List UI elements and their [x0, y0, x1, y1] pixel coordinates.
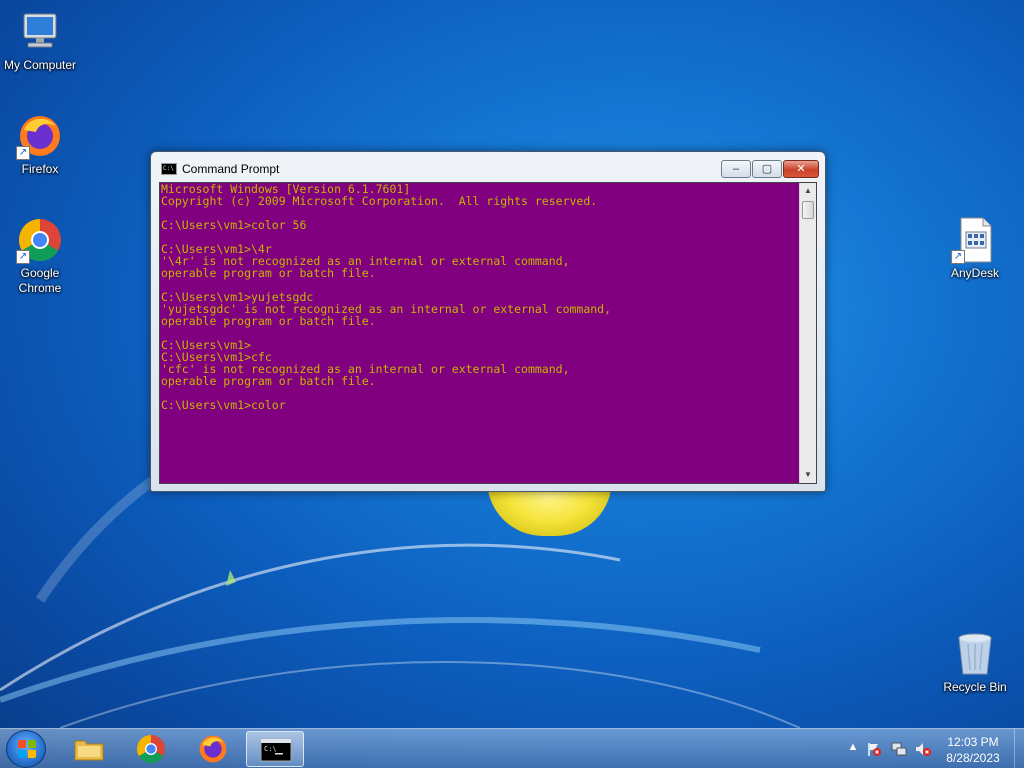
close-button[interactable]: ✕: [783, 160, 819, 178]
firefox-icon: [199, 735, 227, 763]
desktop-icon-label: Recycle Bin: [943, 680, 1007, 694]
clock-time: 12:03 PM: [947, 735, 999, 749]
taskbar-firefox[interactable]: [184, 731, 242, 767]
shortcut-arrow-icon: ↗: [951, 250, 965, 264]
network-icon[interactable]: [891, 741, 907, 757]
title-bar[interactable]: C:\ Command Prompt – ▢ ✕: [151, 152, 825, 182]
taskbar-explorer[interactable]: [60, 731, 118, 767]
console-line: Copyright (c) 2009 Microsoft Corporation…: [161, 194, 598, 208]
console-output[interactable]: Microsoft Windows [Version 6.1.7601] Copy…: [161, 183, 799, 483]
console-area[interactable]: Microsoft Windows [Version 6.1.7601] Copy…: [159, 182, 817, 484]
document-icon: ↗: [951, 216, 999, 264]
recycle-bin-icon: [951, 630, 999, 678]
tray-show-hidden-icon[interactable]: ▲: [845, 741, 861, 757]
firefox-icon: ↗: [16, 112, 64, 160]
scroll-down-icon[interactable]: ▼: [800, 467, 816, 483]
minimize-button[interactable]: –: [721, 160, 751, 178]
desktop-icon-anydesk[interactable]: ↗ AnyDesk: [935, 216, 1015, 281]
chrome-icon: [136, 735, 165, 764]
window-title: Command Prompt: [182, 162, 280, 176]
show-desktop-button[interactable]: [1014, 729, 1024, 768]
action-center-flag-icon[interactable]: [866, 741, 882, 757]
desktop-icon-label: AnyDesk: [950, 266, 1000, 280]
folder-icon: [74, 740, 104, 761]
desktop-icon-firefox[interactable]: ↗ Firefox: [0, 112, 80, 177]
shortcut-arrow-icon: ↗: [16, 146, 30, 160]
start-button[interactable]: [6, 730, 46, 768]
desktop-icon-label: My Computer: [3, 58, 77, 72]
svg-text:C:\: C:\: [264, 745, 277, 753]
desktop-icon-label: Google Chrome: [18, 266, 62, 295]
clock[interactable]: 12:03 PM 8/28/2023: [936, 734, 1010, 766]
scroll-thumb[interactable]: [802, 201, 814, 219]
windows-logo-icon: [18, 740, 36, 758]
command-prompt-window[interactable]: C:\ Command Prompt – ▢ ✕ Microsoft Windo…: [150, 151, 826, 492]
scroll-up-icon[interactable]: ▲: [800, 183, 816, 199]
console-line: operable program or batch file.: [161, 266, 376, 280]
taskbar: C:\ ▲ 12:03 PM 8/28/2023: [0, 728, 1024, 768]
computer-icon: [16, 8, 64, 56]
shortcut-arrow-icon: ↗: [16, 250, 30, 264]
console-line: C:\Users\vm1>color: [161, 398, 286, 412]
desktop-icon-google-chrome[interactable]: ↗ Google Chrome: [0, 216, 80, 296]
cmd-icon: C:\: [161, 163, 177, 175]
console-scrollbar[interactable]: ▲ ▼: [799, 183, 816, 483]
desktop-icon-recycle-bin[interactable]: Recycle Bin: [935, 630, 1015, 695]
console-line: operable program or batch file.: [161, 314, 376, 328]
maximize-button[interactable]: ▢: [752, 160, 782, 178]
console-line: operable program or batch file.: [161, 374, 376, 388]
taskbar-chrome[interactable]: [122, 731, 180, 767]
volume-muted-icon[interactable]: [915, 741, 931, 757]
clock-date: 8/28/2023: [946, 751, 1000, 765]
desktop-icon-label: Firefox: [21, 162, 59, 176]
chrome-icon: ↗: [16, 216, 64, 264]
desktop-icon-my-computer[interactable]: My Computer: [0, 8, 80, 73]
cmd-icon: C:\: [260, 738, 292, 762]
taskbar-command-prompt[interactable]: C:\: [246, 731, 304, 767]
console-line: C:\Users\vm1>color 56: [161, 218, 307, 232]
